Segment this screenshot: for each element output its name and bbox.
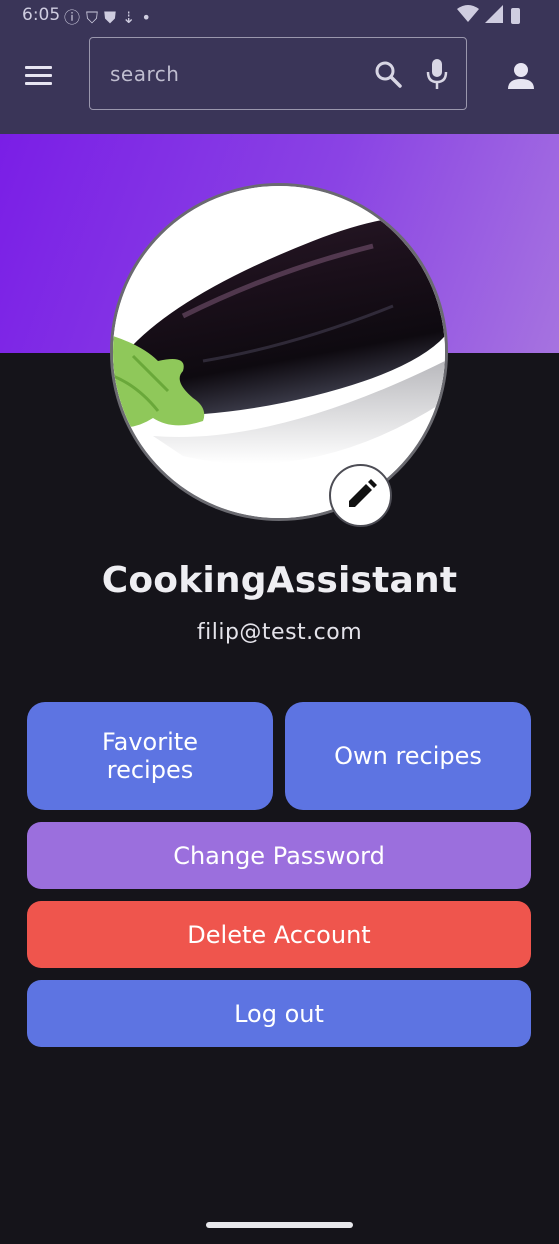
own-recipes-button[interactable]: Own recipes (285, 702, 531, 810)
eggplant-image (113, 186, 445, 518)
home-indicator[interactable] (206, 1222, 353, 1228)
profile-avatar (110, 183, 448, 521)
log-out-button[interactable]: Log out (27, 980, 531, 1047)
info-icon: ⓘ (64, 8, 87, 27)
account-icon[interactable] (507, 62, 535, 90)
dot-icon: • (141, 8, 157, 27)
search-input[interactable]: search (110, 62, 179, 86)
favorite-recipes-button[interactable]: Favorite recipes (27, 702, 273, 810)
wifi-icon (457, 5, 479, 22)
battery-icon (511, 8, 520, 24)
user-email: filip@test.com (196, 620, 363, 645)
menu-icon[interactable] (25, 66, 52, 86)
status-notification-icons: ⓘ⛉⛊⇣• (64, 4, 157, 28)
change-password-label: Change Password (173, 841, 385, 870)
search-icon[interactable] (374, 60, 402, 88)
status-bar: 6:05 ⓘ⛉⛊⇣• (0, 0, 559, 32)
microphone-icon[interactable] (426, 58, 448, 90)
own-recipes-label: Own recipes (334, 742, 482, 770)
shield-filled-icon: ⛊ (104, 8, 123, 27)
shield-icon: ⛉ (86, 8, 105, 27)
favorite-recipes-label: Favorite recipes (102, 728, 198, 784)
pencil-icon (349, 479, 377, 507)
edit-avatar-button[interactable] (329, 464, 392, 527)
delete-account-label: Delete Account (187, 920, 371, 949)
status-time: 6:05 (22, 5, 61, 25)
log-out-label: Log out (234, 999, 324, 1028)
download-icon: ⇣ (122, 8, 142, 27)
delete-account-button[interactable]: Delete Account (27, 901, 531, 968)
top-app-bar: 6:05 ⓘ⛉⛊⇣• search (0, 0, 559, 134)
search-field[interactable]: search (89, 37, 467, 110)
signal-icon (485, 5, 503, 23)
username: CookingAssistant (101, 560, 458, 601)
change-password-button[interactable]: Change Password (27, 822, 531, 889)
